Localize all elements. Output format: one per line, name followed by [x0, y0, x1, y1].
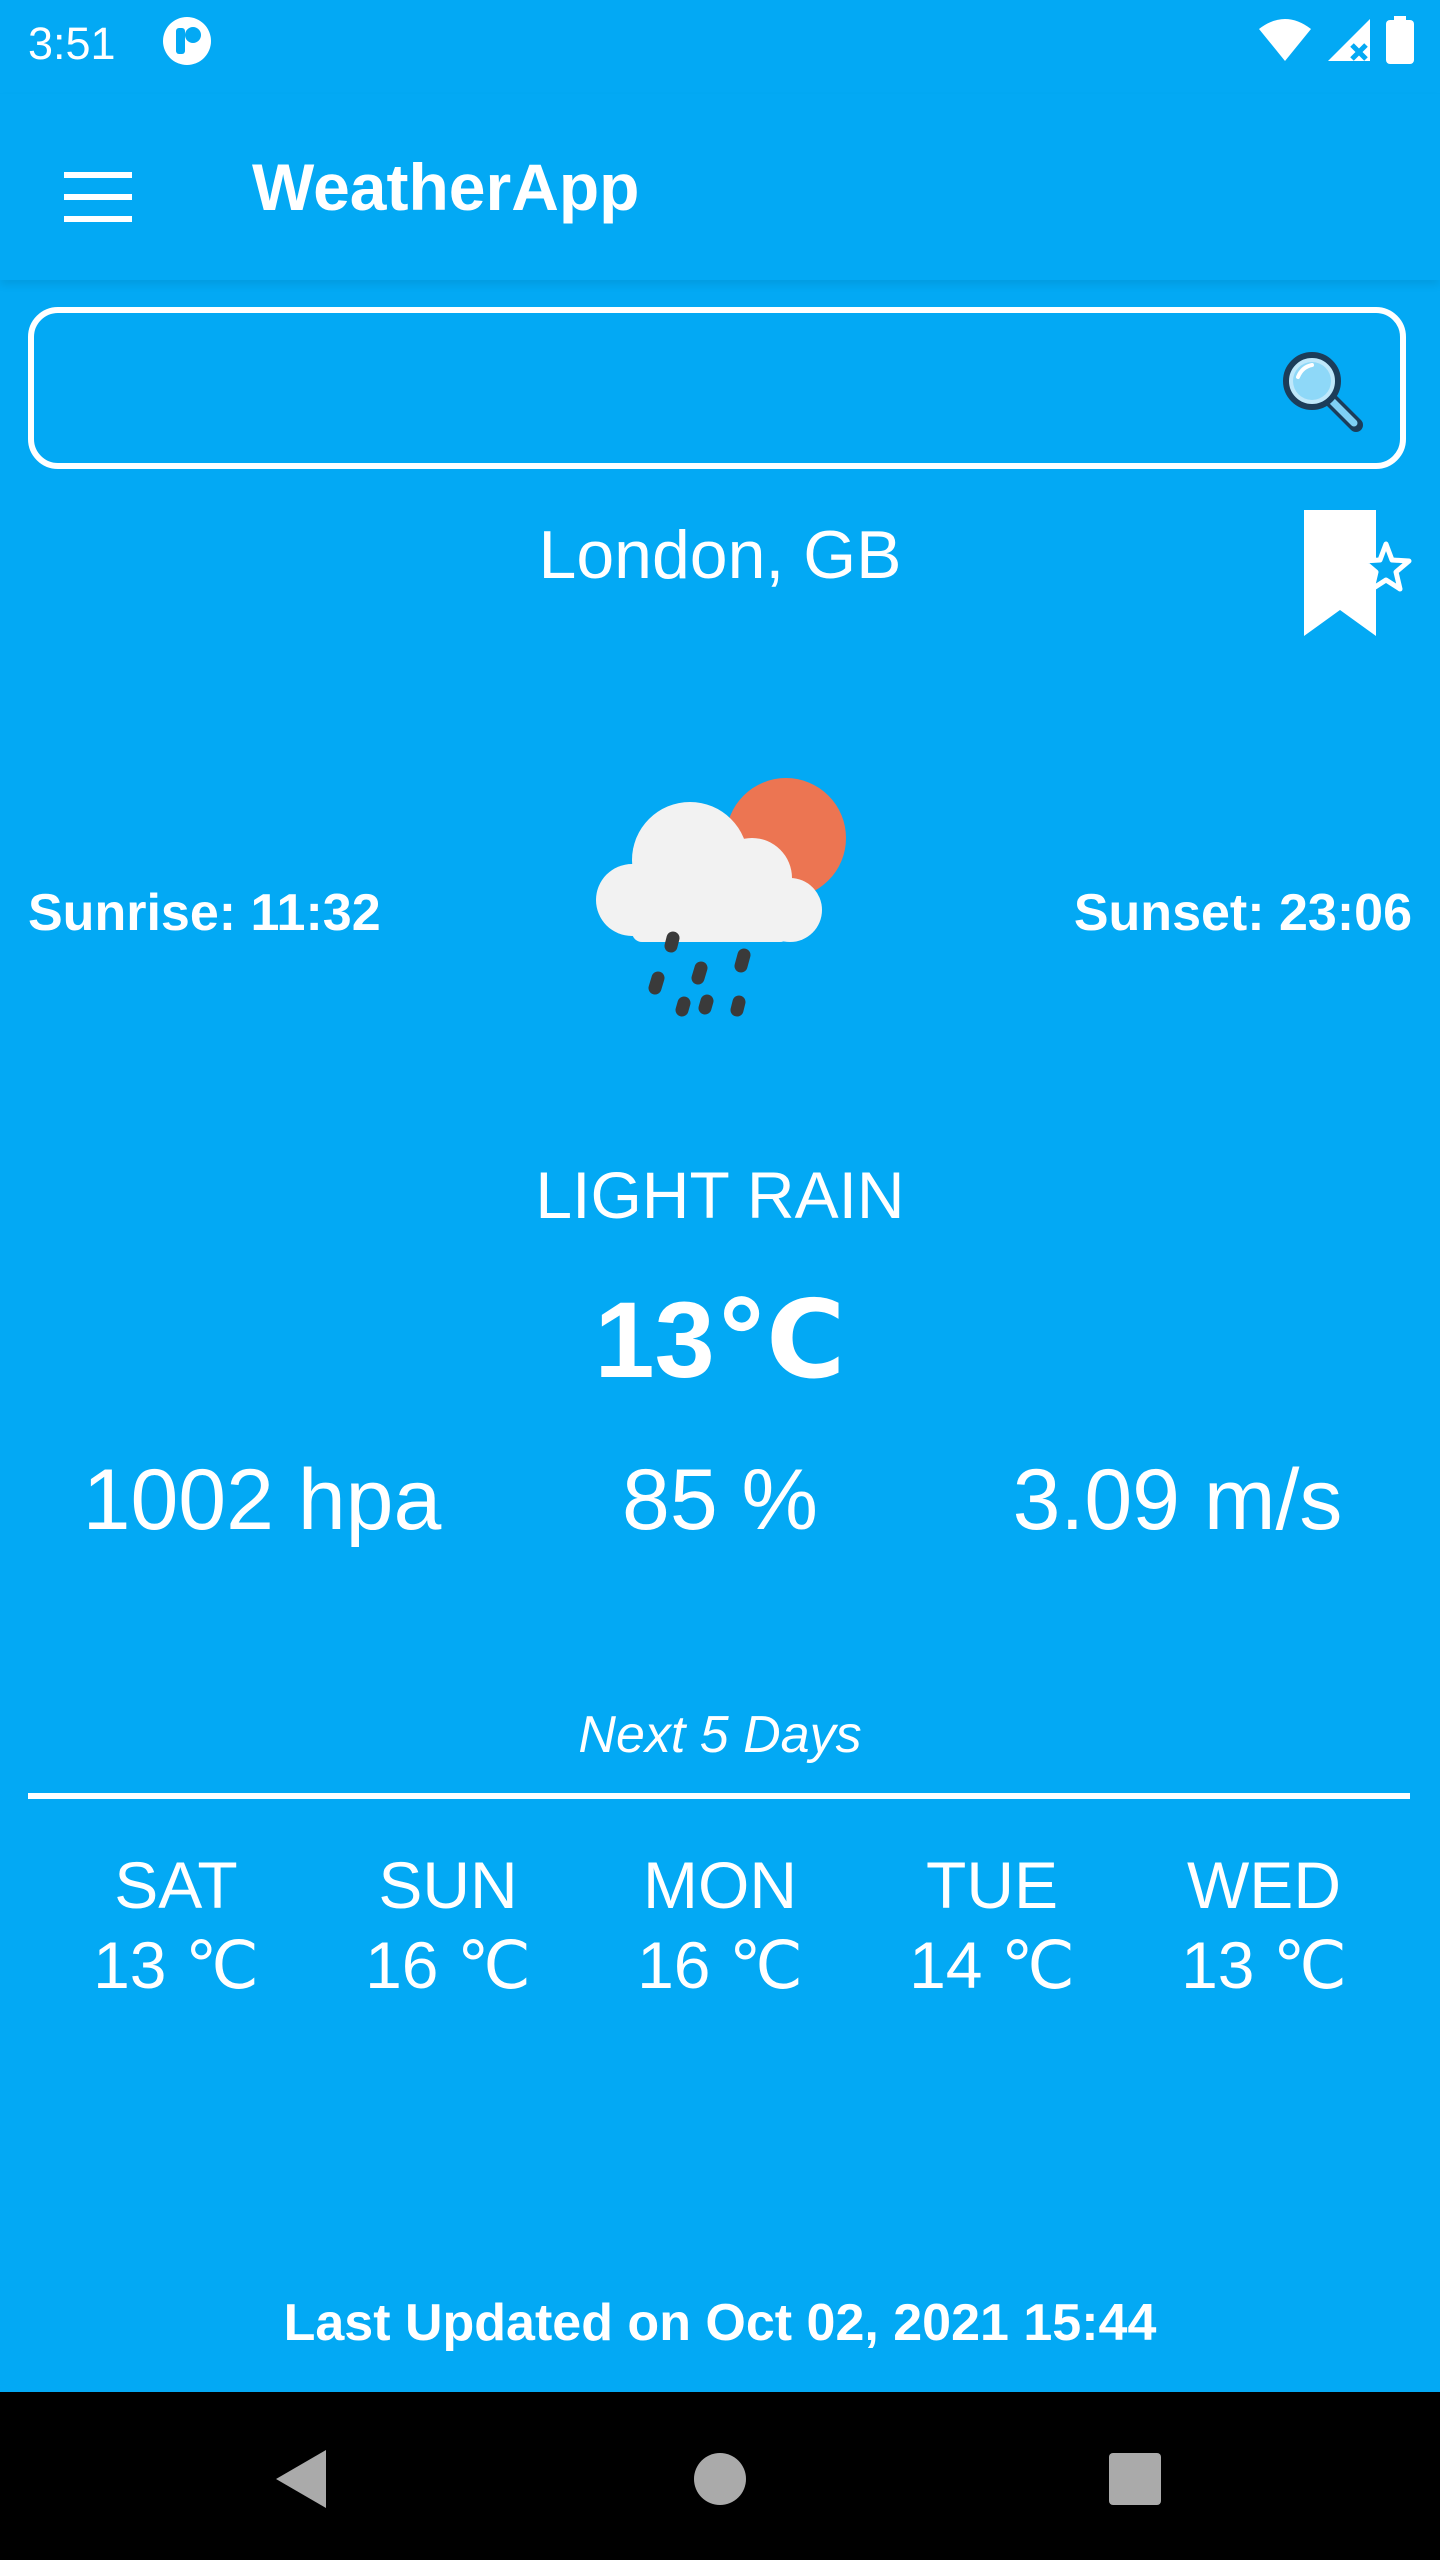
bookmark-star-icon — [1300, 510, 1414, 642]
forecast-day-mon: MON 16 ℃ — [584, 1845, 856, 2005]
bookmark-button[interactable] — [1300, 508, 1414, 638]
forecast-day-temp: 13 ℃ — [93, 1928, 259, 2002]
notification-app-icon — [160, 14, 214, 68]
forecast-heading: Next 5 Days — [578, 1706, 862, 1764]
light-rain-icon — [580, 770, 860, 1030]
forecast-day-name: MON — [643, 1848, 797, 1922]
sunset-time: Sunset: 23:06 — [1073, 884, 1412, 942]
app-bar: WeatherApp — [0, 94, 1440, 280]
cell-signal-icon — [1326, 17, 1372, 68]
forecast-day-temp: 16 ℃ — [637, 1928, 803, 2002]
forecast-day-temp: 16 ℃ — [365, 1928, 531, 2002]
pressure-value: 1002 hpa — [82, 1452, 442, 1548]
hamburger-menu-icon — [52, 172, 144, 250]
status-time: 3:51 — [28, 18, 116, 69]
recent-apps-button[interactable] — [1090, 2434, 1180, 2524]
home-circle-icon — [675, 2453, 765, 2528]
search-input[interactable] — [64, 339, 1268, 441]
forecast-day-name: SAT — [114, 1848, 238, 1922]
current-temperature: 13℃ — [594, 1279, 846, 1400]
menu-button[interactable] — [52, 154, 144, 246]
humidity-value: 85 % — [621, 1452, 819, 1548]
forecast-day-name: SUN — [378, 1848, 518, 1922]
recent-apps-square-icon — [1090, 2453, 1180, 2528]
forecast-day-name: TUE — [926, 1848, 1058, 1922]
sunrise-time: Sunrise: 11:32 — [28, 884, 381, 942]
wifi-icon — [1258, 17, 1312, 68]
wind-speed-value: 3.09 m/s — [1012, 1452, 1343, 1548]
search-icon — [1278, 352, 1364, 437]
battery-icon — [1386, 15, 1414, 69]
forecast-day-temp: 13 ℃ — [1181, 1928, 1347, 2002]
weather-condition: LIGHT RAIN — [535, 1158, 905, 1232]
forecast-day-sat: SAT 13 ℃ — [40, 1845, 312, 2005]
last-updated-text: Last Updated on Oct 02, 2021 15:44 — [283, 2294, 1157, 2352]
forecast-day-wed: WED 13 ℃ — [1128, 1845, 1400, 2005]
back-button[interactable] — [256, 2434, 346, 2524]
forecast-divider — [28, 1793, 1410, 1799]
forecast-day-name: WED — [1187, 1848, 1341, 1922]
forecast-list: SAT 13 ℃ SUN 16 ℃ MON 16 ℃ TUE 14 ℃ WED … — [0, 1845, 1440, 2005]
location-label: London, GB — [538, 517, 902, 593]
back-triangle-icon — [256, 2450, 346, 2528]
search-box — [28, 307, 1406, 469]
navigation-bar — [0, 2392, 1440, 2560]
forecast-day-sun: SUN 16 ℃ — [312, 1845, 584, 2005]
home-button[interactable] — [675, 2434, 765, 2524]
forecast-day-temp: 14 ℃ — [909, 1928, 1075, 2002]
forecast-day-tue: TUE 14 ℃ — [856, 1845, 1128, 2005]
status-icons — [1258, 15, 1414, 69]
search-button[interactable] — [1278, 347, 1364, 433]
app-title: WeatherApp — [252, 150, 640, 224]
